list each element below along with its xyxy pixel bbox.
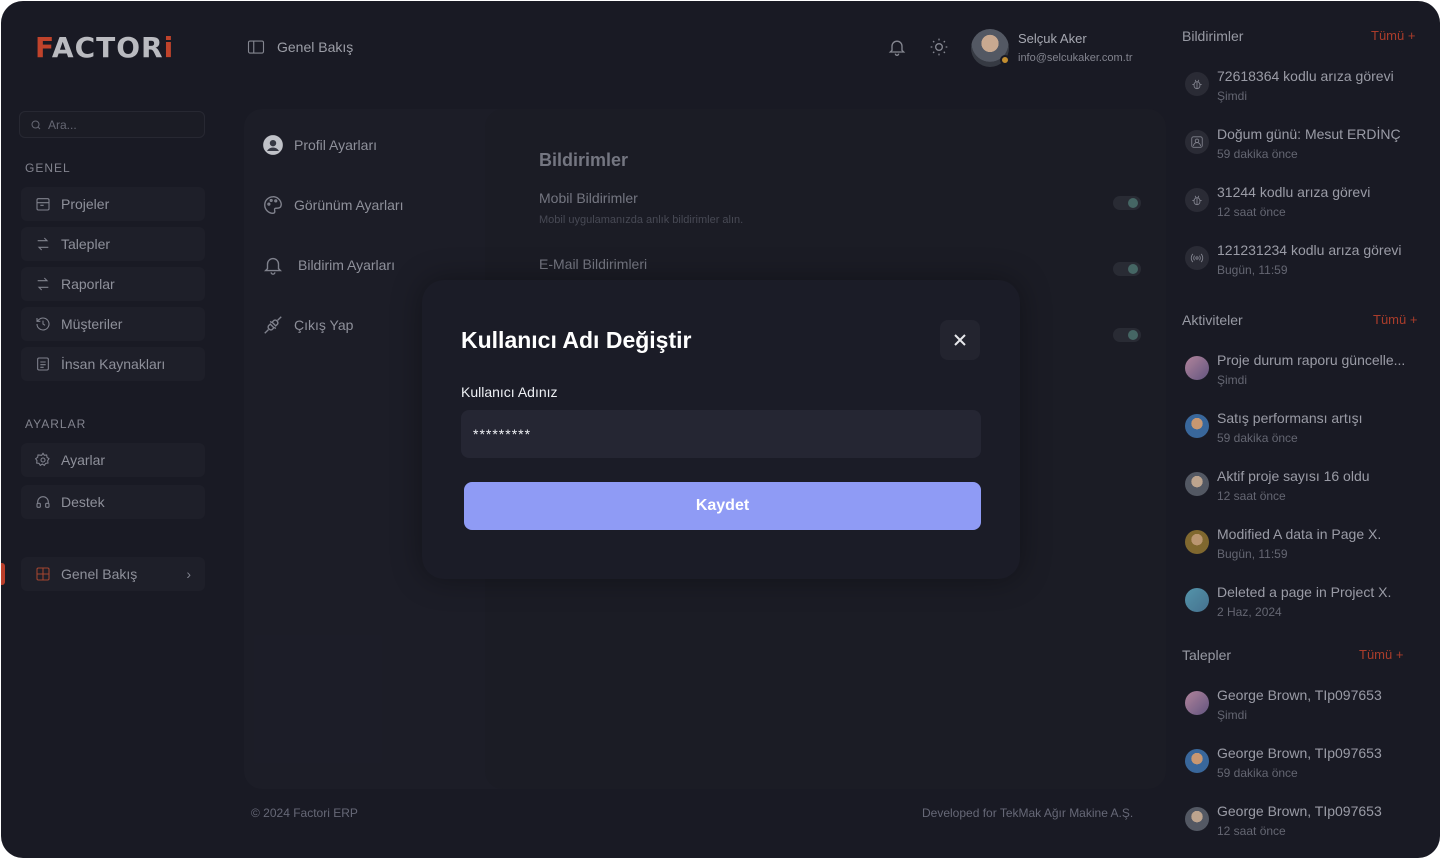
change-username-modal: Kullanıcı Adı Değiştir Kullanıcı Adınız … <box>422 280 1020 579</box>
close-button[interactable] <box>940 320 980 360</box>
app-window: FACTORi Ara... GENEL Projeler Talepler R… <box>1 1 1440 858</box>
username-input[interactable] <box>461 410 981 458</box>
username-field-label: Kullanıcı Adınız <box>461 384 558 400</box>
save-button[interactable]: Kaydet <box>464 482 981 530</box>
modal-title: Kullanıcı Adı Değiştir <box>461 327 692 353</box>
close-icon <box>954 334 966 346</box>
